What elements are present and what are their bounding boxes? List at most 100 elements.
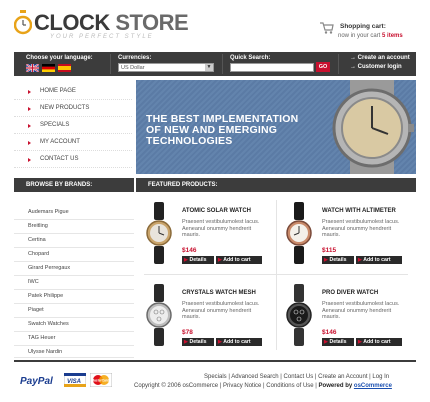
add-to-cart-button[interactable]: ▶ Add to cart: [356, 256, 402, 264]
brand-item[interactable]: Audemars Pigue: [14, 206, 134, 220]
details-button[interactable]: ▶ Details: [322, 256, 354, 264]
nav-item-new-products[interactable]: NEW PRODUCTS: [14, 101, 132, 117]
details-button[interactable]: ▶ Details: [322, 338, 354, 346]
logo-text[interactable]: CLOCK STORE: [34, 10, 189, 36]
create-account-link[interactable]: → Create an account: [350, 55, 410, 61]
arrow-right-icon: [28, 141, 31, 145]
nav-item-my-account[interactable]: MY ACCOUNT: [14, 135, 132, 151]
arrow-right-icon: [28, 124, 31, 128]
add-to-cart-button[interactable]: ▶ Add to cart: [356, 338, 402, 346]
product-price: $146: [322, 329, 337, 336]
arrow-right-icon: ▶: [184, 257, 188, 263]
product-card: ATOMIC SOLAR WATCH Praesent vestibulumol…: [136, 192, 276, 274]
banner-headline: THE BEST IMPLEMENTATION OF NEW AND EMERG…: [146, 114, 298, 147]
brand-label: TAG Heuer: [28, 335, 56, 341]
brand-item[interactable]: Certina: [14, 234, 134, 248]
brand-item[interactable]: Breitling: [14, 220, 134, 234]
nav-item-home[interactable]: HOME PAGE: [14, 84, 132, 100]
paypal-text: PayPal: [20, 376, 53, 387]
privacy-notice-link[interactable]: Privacy Notice: [223, 383, 261, 389]
details-button[interactable]: ▶ Details: [182, 338, 214, 346]
watch-thumbnail[interactable]: [286, 202, 312, 264]
details-label: Details: [329, 339, 347, 345]
logo-store: STORE: [115, 10, 189, 35]
product-description: Praesent vestibulumolest lacus. Aeneanul…: [322, 301, 400, 320]
customer-login-label: Customer login: [357, 64, 402, 70]
cart-icon[interactable]: [320, 22, 334, 34]
hero-banner[interactable]: THE BEST IMPLEMENTATION OF NEW AND EMERG…: [136, 80, 416, 174]
watch-thumbnail[interactable]: [286, 284, 312, 346]
brand-item[interactable]: Chopard: [14, 248, 134, 262]
add-to-cart-label: Add to cart: [223, 339, 251, 345]
details-label: Details: [189, 257, 207, 263]
create-account-label: Create an account: [357, 55, 410, 61]
brand-label: Girard Perregaux: [28, 265, 71, 271]
brand-item[interactable]: Swatch Watches: [14, 318, 134, 332]
brand-item[interactable]: Girard Perregaux: [14, 262, 134, 276]
oscommerce-link[interactable]: osCommerce: [354, 383, 392, 389]
nav-label: HOME PAGE: [40, 88, 76, 94]
footer-copyright: Copyright © 2006 osCommerce | Privacy No…: [134, 383, 392, 389]
nav-item-specials[interactable]: SPECIALS: [14, 118, 132, 134]
toolbar-divider: [222, 54, 223, 74]
main-nav: HOME PAGE NEW PRODUCTS SPECIALS MY ACCOU…: [14, 80, 134, 174]
currency-select[interactable]: US Dollar ▼: [118, 63, 214, 72]
product-name[interactable]: PRO DIVER WATCH: [322, 290, 378, 296]
arrow-right-icon: ▶: [358, 257, 362, 263]
quick-search-input[interactable]: [230, 63, 314, 72]
brand-item[interactable]: Piaget: [14, 304, 134, 318]
product-name[interactable]: ATOMIC SOLAR WATCH: [182, 208, 251, 214]
arrow-right-icon: [28, 107, 31, 111]
toolbar-divider: [338, 54, 339, 74]
product-price: $115: [322, 247, 337, 254]
footer-link-specials[interactable]: Specials: [204, 374, 227, 380]
add-to-cart-button[interactable]: ▶ Add to cart: [216, 338, 262, 346]
product-name[interactable]: CRYSTALS WATCH MESH: [182, 290, 256, 296]
visa-text: VISA: [67, 379, 81, 385]
add-to-cart-button[interactable]: ▶ Add to cart: [216, 256, 262, 264]
footer-links: Specials | Advanced Search | Contact Us …: [204, 374, 390, 380]
featured-products: ATOMIC SOLAR WATCH Praesent vestibulumol…: [136, 192, 416, 356]
arrow-right-icon: ▶: [218, 339, 222, 345]
arrow-right-icon: [28, 90, 31, 94]
currency-label: Currencies:: [118, 55, 152, 61]
details-label: Details: [189, 339, 207, 345]
watch-thumbnail[interactable]: [146, 202, 172, 264]
brand-item[interactable]: Patek Philippe: [14, 290, 134, 304]
watch-thumbnail[interactable]: [146, 284, 172, 346]
footer-link-advanced-search[interactable]: Advanced Search: [231, 374, 278, 380]
visa-logo-icon: VISA: [64, 373, 86, 387]
brand-item[interactable]: TAG Heuer: [14, 332, 134, 346]
brand-item[interactable]: IWC: [14, 276, 134, 290]
watch-image: [332, 80, 414, 174]
footer-link-create-account[interactable]: Create an Account: [318, 374, 367, 380]
product-price: $78: [182, 329, 193, 336]
chevron-down-icon[interactable]: ▼: [205, 64, 213, 71]
flag-english-icon[interactable]: [26, 64, 39, 72]
details-button[interactable]: ▶ Details: [182, 256, 214, 264]
search-go-button[interactable]: GO: [316, 62, 330, 72]
brand-label: Ulysse Nardin: [28, 349, 63, 355]
cart-title[interactable]: Shopping cart:: [340, 23, 386, 30]
arrow-right-icon: [28, 158, 31, 162]
conditions-link[interactable]: Conditions of Use: [266, 383, 313, 389]
brand-item[interactable]: Ulysse Nardin: [14, 346, 134, 358]
cart-count[interactable]: 5 items: [382, 33, 403, 39]
footer-link-contact-us[interactable]: Contact Us: [284, 374, 314, 380]
nav-item-contact-us[interactable]: CONTACT US: [14, 152, 132, 168]
customer-login-link[interactable]: → Customer login: [350, 64, 402, 70]
footer-link-log-in[interactable]: Log In: [372, 374, 389, 380]
details-label: Details: [329, 257, 347, 263]
top-toolbar: Choose your language: Currencies: US Dol…: [14, 52, 416, 76]
brand-label: Breitling: [28, 223, 48, 229]
stopwatch-logo-icon[interactable]: [14, 10, 32, 36]
flag-spanish-icon[interactable]: [58, 64, 71, 72]
arrow-right-icon: ▶: [324, 257, 328, 263]
product-description: Praesent vestibulumolest lacus. Aeneanul…: [322, 219, 400, 238]
nav-label: CONTACT US: [40, 156, 79, 162]
product-name[interactable]: WATCH WITH ALTIMETER: [322, 208, 396, 214]
flag-german-icon[interactable]: [42, 64, 55, 72]
product-card: CRYSTALS WATCH MESH Praesent vestibulumo…: [136, 274, 276, 356]
cart-prefix: now in your cart: [338, 33, 381, 39]
site-header: CLOCK STORE YOUR PERFECT STYLE Shopping …: [14, 6, 416, 48]
